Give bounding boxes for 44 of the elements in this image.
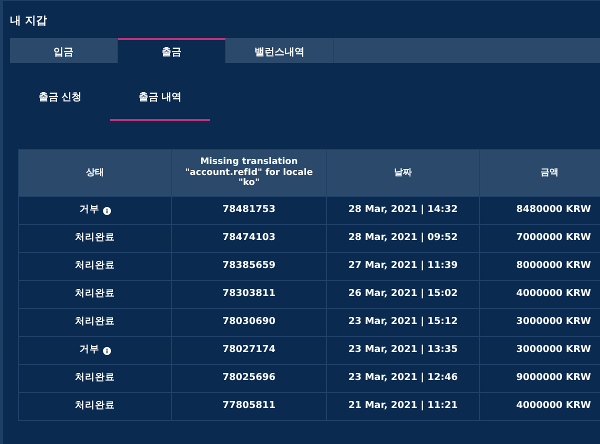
- table-cell: 9000000 KRW: [479, 365, 600, 392]
- table-cell: 23 Mar, 2021 | 15:12: [326, 309, 479, 336]
- table-cell: 23 Mar, 2021 | 12:46: [326, 365, 479, 392]
- status-text: 거부: [80, 345, 100, 356]
- table-cell: 27 Mar, 2021 | 11:39: [326, 253, 479, 280]
- column-header: 금액: [479, 150, 600, 196]
- tab[interactable]: 출금: [118, 38, 226, 63]
- panel-title: 내 지갑: [10, 13, 48, 29]
- tab[interactable]: 밸런스내역: [226, 38, 334, 63]
- table-cell: 28 Mar, 2021 | 14:32: [326, 197, 479, 224]
- status-text: 처리완료: [75, 261, 115, 272]
- status-text: 처리완료: [75, 401, 115, 412]
- table-cell: 77805811: [171, 393, 326, 420]
- table-cell: 4000000 KRW: [479, 393, 600, 420]
- table-cell: 28 Mar, 2021 | 09:52: [326, 225, 479, 252]
- status-text: 처리완료: [75, 289, 115, 300]
- table-cell: 21 Mar, 2021 | 11:21: [326, 393, 479, 420]
- table-cell: 26 Mar, 2021 | 15:02: [326, 281, 479, 308]
- table-cell: 78385659: [171, 253, 326, 280]
- table-cell: 78030690: [171, 309, 326, 336]
- status-text: 처리완료: [75, 317, 115, 328]
- table-cell: 8000000 KRW: [479, 253, 600, 280]
- status-text: 처리완료: [75, 373, 115, 384]
- table-cell: 8480000 KRW: [479, 197, 600, 224]
- sub-tab[interactable]: 출금 내역: [110, 85, 210, 121]
- status-text: 처리완료: [75, 233, 115, 244]
- column-header: Missing translation "account.refId" for locale "ko": [171, 150, 326, 196]
- tab[interactable]: 입금: [10, 38, 118, 63]
- table-cell: 23 Mar, 2021 | 13:35: [326, 337, 479, 364]
- sub-tab[interactable]: 출금 신청: [10, 85, 110, 121]
- table-cell: 78474103: [171, 225, 326, 252]
- table-cell: 7000000 KRW: [479, 225, 600, 252]
- table-cell: 78303811: [171, 281, 326, 308]
- table-cell: 3000000 KRW: [479, 337, 600, 364]
- table-cell: 78027174: [171, 337, 326, 364]
- table-cell: 78481753: [171, 197, 326, 224]
- info-icon[interactable]: [102, 346, 110, 354]
- status-text: 거부: [80, 205, 100, 216]
- column-header: 날짜: [326, 150, 479, 196]
- info-icon[interactable]: [102, 206, 110, 214]
- table-cell: 78025696: [171, 365, 326, 392]
- table-cell: 4000000 KRW: [479, 281, 600, 308]
- column-header: 상태: [85, 166, 105, 180]
- table-cell: 3000000 KRW: [479, 309, 600, 336]
